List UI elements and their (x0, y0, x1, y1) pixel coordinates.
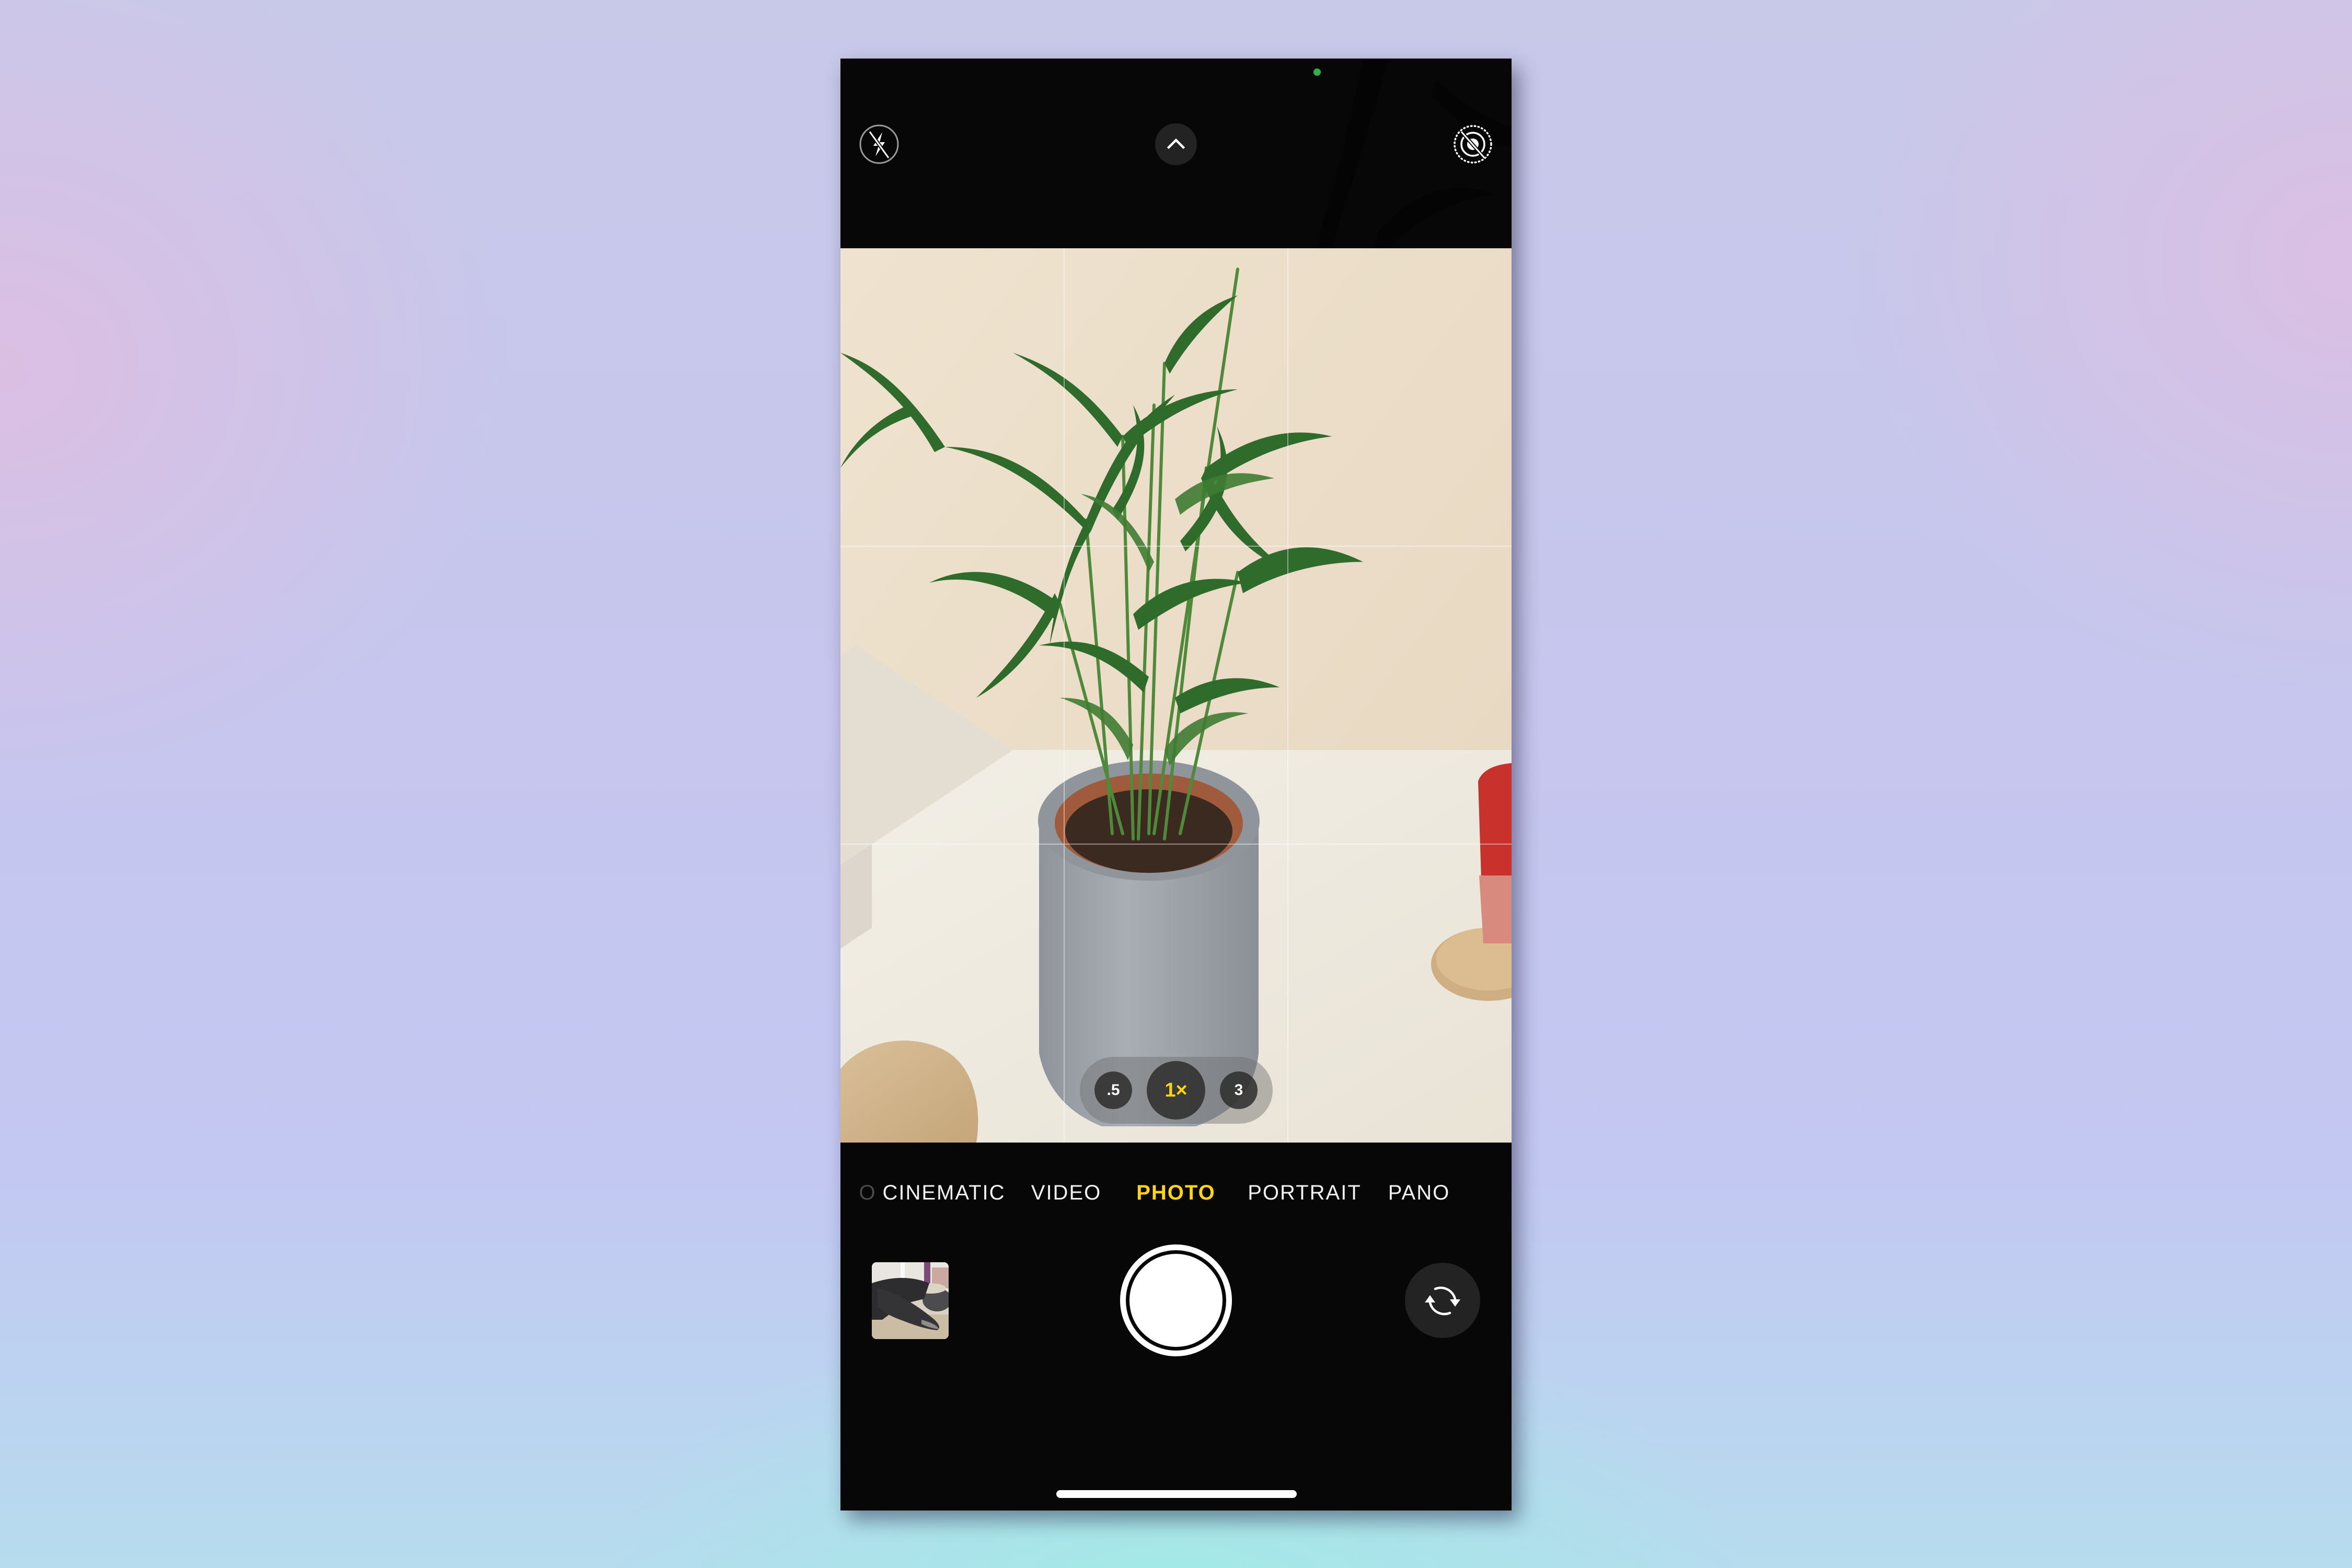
mode-slo-mo-partial[interactable]: O (859, 1181, 876, 1205)
grid-line (1287, 248, 1288, 1143)
grid-line (1064, 248, 1065, 1143)
home-indicator[interactable] (1056, 1490, 1297, 1498)
camera-flip-icon (1425, 1286, 1460, 1316)
chevron-up-icon (1155, 123, 1197, 165)
viewfinder-scene (840, 248, 1512, 1143)
camera-controls-toggle-button[interactable] (1155, 123, 1197, 165)
grid-line (840, 844, 1512, 845)
camera-viewfinder[interactable]: .5 1× 3 (840, 248, 1512, 1143)
zoom-1x-button[interactable]: 1× (1147, 1061, 1205, 1120)
live-photo-toggle-button[interactable] (1452, 123, 1494, 165)
mode-cinematic[interactable]: CINEMATIC (882, 1181, 1005, 1205)
mode-pano[interactable]: PANO (1388, 1181, 1450, 1205)
mode-photo[interactable]: PHOTO (1136, 1181, 1216, 1205)
live-photo-off-icon (1454, 125, 1492, 164)
zoom-0.5x-button[interactable]: .5 (1094, 1071, 1132, 1109)
camera-mode-selector[interactable]: O CINEMATIC VIDEO PHOTO PORTRAIT PANO (840, 1181, 1512, 1206)
zoom-3x-button[interactable]: 3 (1220, 1071, 1258, 1109)
switch-camera-button[interactable] (1405, 1263, 1480, 1338)
grid-line (840, 546, 1512, 547)
last-photo-thumbnail[interactable] (872, 1262, 949, 1339)
mode-portrait[interactable]: PORTRAIT (1248, 1181, 1362, 1205)
camera-app-screen: .5 1× 3 O CINEMATIC VIDEO PHOTO PORTRAIT… (840, 59, 1512, 1511)
shutter-inner-circle (1129, 1254, 1223, 1347)
flash-off-icon (859, 124, 899, 164)
mode-video[interactable]: VIDEO (1031, 1181, 1101, 1205)
shutter-button[interactable] (1120, 1244, 1232, 1356)
thumbnail-image (872, 1262, 949, 1339)
flash-toggle-button[interactable] (858, 123, 900, 165)
zoom-selector: .5 1× 3 (1080, 1057, 1273, 1124)
